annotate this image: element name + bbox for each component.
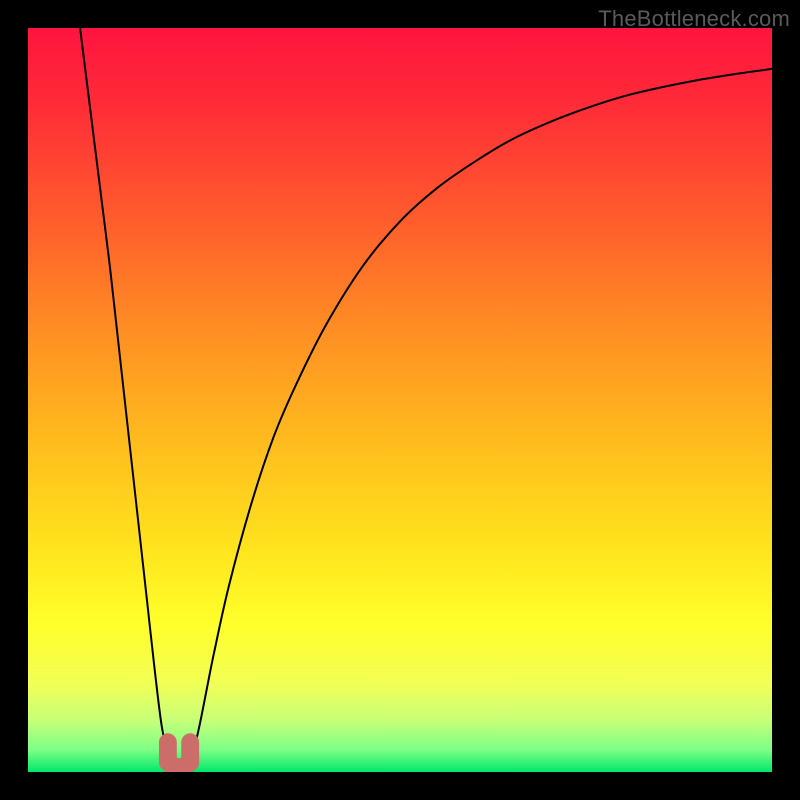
plot-area	[28, 28, 772, 772]
watermark-text: TheBottleneck.com	[598, 6, 790, 32]
gradient-background	[28, 28, 772, 772]
chart-svg	[28, 28, 772, 772]
outer-frame: TheBottleneck.com	[0, 0, 800, 800]
